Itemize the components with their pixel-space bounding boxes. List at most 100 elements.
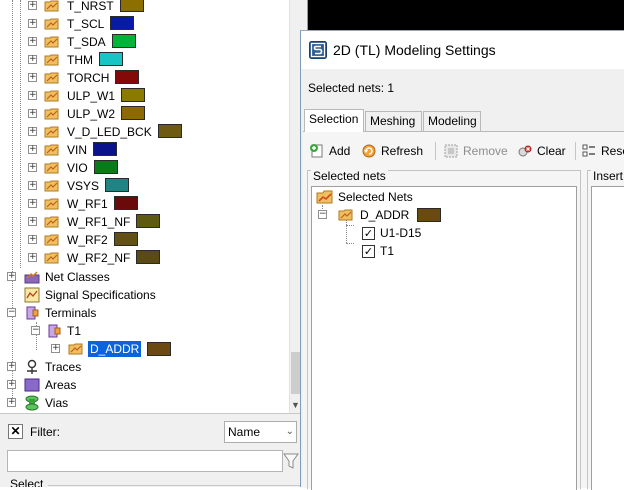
- expand-toggle-icon[interactable]: +: [28, 55, 37, 64]
- tree-node-label: Areas: [45, 378, 77, 392]
- selection-tab-panel: Add Refresh Remove Clear Res Selected ne…: [303, 131, 624, 490]
- tree-net-row[interactable]: + TORCH: [0, 69, 289, 87]
- tree-row-net-classes[interactable]: + Net Classes: [0, 268, 289, 286]
- net-icon: [44, 144, 59, 156]
- panel-splitter[interactable]: [300, 0, 308, 30]
- net-member-row[interactable]: ✓ U1-D15: [312, 224, 572, 242]
- scrollbar-thumb[interactable]: [291, 352, 300, 394]
- expand-toggle-icon[interactable]: +: [28, 199, 37, 208]
- net-label: V_D_LED_BCK: [67, 125, 152, 139]
- dialog-title: 2D (TL) Modeling Settings: [333, 42, 496, 58]
- tree-net-row[interactable]: + T_SDA: [0, 33, 289, 51]
- tree-row-signal-specifications[interactable]: Signal Specifications: [0, 286, 289, 304]
- tree-row-terminals[interactable]: − Terminals: [0, 304, 289, 322]
- tree-row-areas[interactable]: + Areas: [0, 376, 289, 394]
- tree-row-terminal-net[interactable]: + D_ADDR: [0, 340, 289, 358]
- list-reset-icon: [582, 144, 595, 157]
- toolbar-separator: [435, 142, 436, 160]
- tree-net-row[interactable]: + W_RF2: [0, 231, 289, 249]
- filter-mode-select[interactable]: Name ⌄: [224, 421, 297, 443]
- net-member-label: T1: [380, 244, 395, 258]
- net-icon: [44, 18, 59, 30]
- net-label: VSYS: [67, 179, 100, 193]
- scroll-down-arrow-icon[interactable]: ▼: [290, 398, 300, 412]
- tree-net-row[interactable]: + W_RF1: [0, 195, 289, 213]
- tab-meshing[interactable]: Meshing: [365, 111, 422, 131]
- tree-net-row[interactable]: + VIO: [0, 159, 289, 177]
- tree-net-row[interactable]: + T_SCL: [0, 15, 289, 33]
- selected-net-row[interactable]: − D_ADDR: [314, 206, 574, 224]
- net-label: T_SDA: [67, 35, 106, 49]
- canvas-area[interactable]: [300, 0, 624, 30]
- collapse-toggle-icon[interactable]: −: [31, 326, 40, 335]
- tree-net-row[interactable]: + V_D_LED_BCK: [0, 123, 289, 141]
- net-label: W_RF1_NF: [67, 215, 131, 229]
- funnel-icon[interactable]: [283, 452, 299, 470]
- member-checkbox[interactable]: ✓: [362, 245, 375, 258]
- expand-toggle-icon[interactable]: +: [28, 91, 37, 100]
- expand-toggle-icon[interactable]: +: [7, 380, 16, 389]
- net-label: TORCH: [67, 71, 110, 85]
- net-color-swatch: [115, 70, 139, 84]
- clear-button[interactable]: Clear: [517, 140, 571, 162]
- tree-vertical-scrollbar[interactable]: ▼: [289, 0, 300, 413]
- add-icon: [310, 144, 323, 158]
- expand-toggle-icon[interactable]: +: [28, 253, 37, 262]
- dialog-title-bar[interactable]: 2D (TL) Modeling Settings: [301, 31, 624, 69]
- net-color-swatch: [93, 142, 117, 156]
- expand-toggle-icon[interactable]: +: [7, 398, 16, 407]
- tree-net-row[interactable]: + VIN: [0, 141, 289, 159]
- member-checkbox[interactable]: ✓: [362, 227, 375, 240]
- net-color-swatch: [136, 250, 160, 264]
- tree-net-row[interactable]: + T_NRST: [0, 0, 289, 15]
- tab-selection[interactable]: Selection: [304, 109, 364, 132]
- net-member-row[interactable]: ✓ T1: [312, 242, 572, 260]
- expand-toggle-icon[interactable]: +: [28, 19, 37, 28]
- expand-toggle-icon[interactable]: +: [28, 37, 37, 46]
- tree-net-row[interactable]: + ULP_W1: [0, 87, 289, 105]
- tree-row-terminal-t1[interactable]: − T1: [0, 322, 289, 340]
- filter-input[interactable]: [7, 450, 283, 472]
- close-filter-icon[interactable]: ✕: [8, 424, 23, 439]
- tree-node-label: T1: [67, 324, 82, 338]
- expand-toggle-icon[interactable]: +: [28, 73, 37, 82]
- net-color-swatch: [94, 160, 118, 174]
- net-color-swatch: [417, 208, 441, 222]
- expand-toggle-icon[interactable]: +: [7, 272, 16, 281]
- add-button[interactable]: Add: [309, 140, 357, 162]
- tree-net-row[interactable]: + VSYS: [0, 177, 289, 195]
- collapse-toggle-icon[interactable]: −: [7, 308, 16, 317]
- tree-row-vias[interactable]: + Vias: [0, 394, 289, 412]
- tree-node-label: D_ADDR: [88, 341, 142, 357]
- traces-icon: [27, 359, 37, 374]
- expand-toggle-icon[interactable]: +: [7, 362, 16, 371]
- tree-net-row[interactable]: + ULP_W2: [0, 105, 289, 123]
- expand-toggle-icon[interactable]: +: [28, 235, 37, 244]
- expand-toggle-icon[interactable]: +: [28, 181, 37, 190]
- expand-toggle-icon[interactable]: +: [28, 145, 37, 154]
- tree-net-row[interactable]: + THM: [0, 51, 289, 69]
- expand-toggle-icon[interactable]: +: [28, 1, 37, 10]
- expand-toggle-icon[interactable]: +: [28, 163, 37, 172]
- selected-nets-root[interactable]: Selected Nets: [314, 188, 574, 206]
- expand-toggle-icon[interactable]: +: [28, 127, 37, 136]
- tree-net-row[interactable]: + W_RF2_NF: [0, 249, 289, 267]
- reset-button[interactable]: Rese: [581, 140, 624, 162]
- expand-toggle-icon[interactable]: +: [28, 217, 37, 226]
- net-icon: [44, 90, 59, 102]
- refresh-button[interactable]: Refresh: [361, 140, 431, 162]
- tree-row-traces[interactable]: + Traces: [0, 358, 289, 376]
- collapse-toggle-icon[interactable]: −: [318, 210, 327, 219]
- net-icon: [44, 36, 59, 48]
- net-icon: [44, 216, 59, 228]
- tree-net-row[interactable]: + W_RF1_NF: [0, 213, 289, 231]
- expand-toggle-icon[interactable]: +: [51, 344, 60, 353]
- net-color-swatch: [120, 0, 144, 12]
- net-label: W_RF2_NF: [67, 251, 131, 265]
- remove-button[interactable]: Remove: [443, 140, 513, 162]
- insert-list[interactable]: [591, 186, 624, 490]
- tab-modeling[interactable]: Modeling: [423, 111, 481, 131]
- selected-nets-count: Selected nets: 1: [308, 81, 395, 95]
- net-member-label: U1-D15: [380, 226, 422, 240]
- expand-toggle-icon[interactable]: +: [28, 109, 37, 118]
